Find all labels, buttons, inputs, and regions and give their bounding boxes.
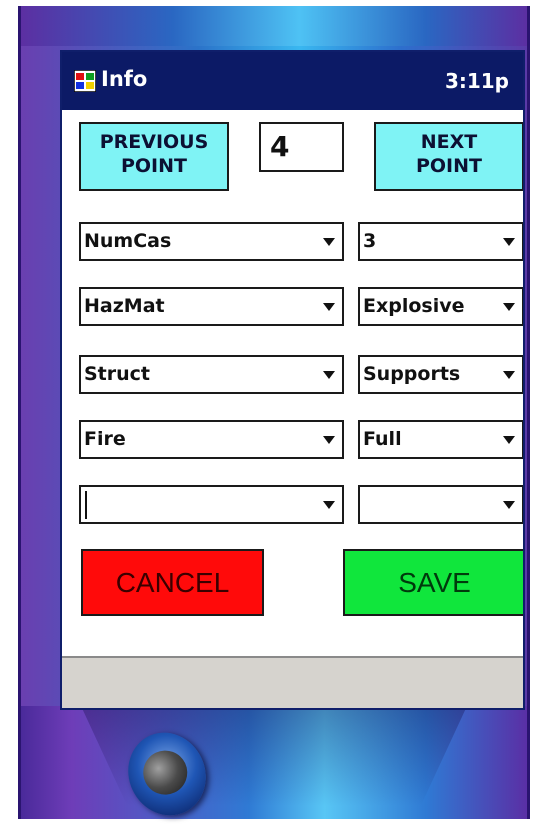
app-title: Info [101, 67, 148, 91]
field-name-select-5[interactable] [79, 485, 344, 524]
save-button[interactable]: SAVE [343, 549, 523, 616]
dropdown-arrow-icon [503, 303, 515, 311]
field-name-value: HazMat [84, 295, 165, 317]
dropdown-arrow-icon [503, 238, 515, 246]
dropdown-arrow-icon [503, 436, 515, 444]
dropdown-arrow-icon [503, 371, 515, 379]
field-name-value: Struct [84, 363, 151, 385]
pda-device: Info 3:11p PREVIOUS POINT 4 NEXT POINT N… [18, 6, 530, 828]
field-name-select-1[interactable]: NumCas [79, 222, 344, 261]
field-value-select-1[interactable]: 3 [358, 222, 523, 261]
dropdown-arrow-icon [323, 501, 335, 509]
next-label-line1: NEXT [420, 131, 478, 153]
next-point-button[interactable]: NEXT POINT [374, 122, 523, 191]
windows-flag-icon[interactable] [74, 70, 96, 92]
field-value-select-3[interactable]: Supports [358, 355, 523, 394]
field-value-select-5[interactable] [358, 485, 523, 524]
title-bar: Info 3:11p [62, 52, 523, 110]
field-name-value: NumCas [84, 230, 172, 252]
field-value: 3 [363, 230, 377, 252]
previous-label-line1: PREVIOUS [99, 131, 209, 153]
field-value: Explosive [363, 295, 465, 317]
menu-bar[interactable] [62, 656, 523, 708]
field-name-select-4[interactable]: Fire [79, 420, 344, 459]
field-value-select-4[interactable]: Full [358, 420, 523, 459]
dropdown-arrow-icon [323, 303, 335, 311]
dropdown-arrow-icon [323, 238, 335, 246]
previous-label-line2: POINT [120, 155, 187, 177]
dropdown-arrow-icon [323, 371, 335, 379]
field-value: Supports [363, 363, 461, 385]
device-screen: Info 3:11p PREVIOUS POINT 4 NEXT POINT N… [60, 50, 525, 710]
text-cursor [85, 490, 87, 519]
field-name-select-2[interactable]: HazMat [79, 287, 344, 326]
dropdown-arrow-icon [323, 436, 335, 444]
dropdown-arrow-icon [503, 501, 515, 509]
field-value-select-2[interactable]: Explosive [358, 287, 523, 326]
field-name-value: Fire [84, 428, 126, 450]
device-lower-body [21, 706, 527, 819]
previous-point-button[interactable]: PREVIOUS POINT [79, 122, 229, 191]
field-name-select-3[interactable]: Struct [79, 355, 344, 394]
clock[interactable]: 3:11p [445, 69, 509, 93]
field-value: Full [363, 428, 402, 450]
cancel-button[interactable]: CANCEL [81, 549, 264, 616]
point-number-field[interactable]: 4 [259, 122, 344, 172]
next-label-line2: POINT [415, 155, 482, 177]
